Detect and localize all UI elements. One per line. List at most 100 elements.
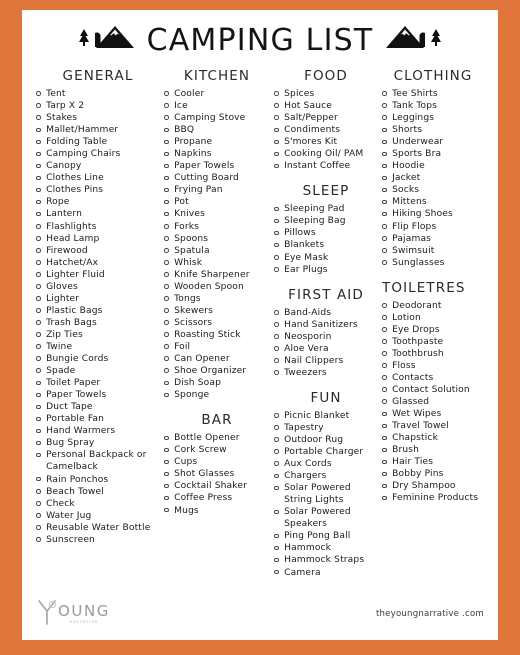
checkbox-circle-icon[interactable] <box>36 272 41 277</box>
checklist-item[interactable]: Duct Tape <box>34 401 162 413</box>
checkbox-circle-icon[interactable] <box>36 428 41 434</box>
checklist-item[interactable]: Paper Towels <box>34 389 162 401</box>
checkbox-circle-icon[interactable] <box>164 435 169 441</box>
checkbox-circle-icon[interactable] <box>36 500 41 506</box>
checkbox-circle-icon[interactable] <box>274 473 279 479</box>
checklist-item[interactable]: Cooler <box>162 88 272 100</box>
checklist-item[interactable]: Outdoor Rug <box>272 434 380 446</box>
checkbox-circle-icon[interactable] <box>274 115 279 121</box>
checkbox-circle-icon[interactable] <box>36 440 41 446</box>
checklist-item[interactable]: Stakes <box>34 112 162 124</box>
checklist-item[interactable]: Contact Solution <box>380 384 486 396</box>
checkbox-circle-icon[interactable] <box>164 175 169 181</box>
checkbox-circle-icon[interactable] <box>274 322 279 327</box>
checklist-item[interactable]: Chapstick <box>380 432 486 444</box>
checkbox-circle-icon[interactable] <box>164 507 169 513</box>
checkbox-circle-icon[interactable] <box>164 284 169 289</box>
checklist-item[interactable]: Camping Chairs <box>34 148 162 160</box>
checklist-item[interactable]: Blankets <box>272 239 380 251</box>
checkbox-circle-icon[interactable] <box>36 296 41 301</box>
checkbox-circle-icon[interactable] <box>164 163 169 169</box>
checkbox-circle-icon[interactable] <box>164 356 169 362</box>
checklist-item[interactable]: Coffee Press <box>162 492 272 504</box>
checkbox-circle-icon[interactable] <box>164 320 169 325</box>
checklist-item[interactable]: Spatula <box>162 245 272 257</box>
checkbox-circle-icon[interactable] <box>382 115 387 121</box>
checkbox-circle-icon[interactable] <box>164 344 169 349</box>
checkbox-circle-icon[interactable] <box>382 151 387 157</box>
checkbox-circle-icon[interactable] <box>36 392 41 398</box>
checklist-item[interactable]: Rope <box>34 196 162 208</box>
checklist-item[interactable]: Mittens <box>380 196 486 208</box>
checklist-item[interactable]: Wooden Spoon <box>162 281 272 293</box>
checklist-item[interactable]: Eye Drops <box>380 324 486 336</box>
checklist-item[interactable]: Underwear <box>380 136 486 148</box>
checkbox-circle-icon[interactable] <box>382 235 387 241</box>
checkbox-circle-icon[interactable] <box>382 483 387 489</box>
checkbox-circle-icon[interactable] <box>274 485 279 491</box>
checklist-item[interactable]: Cutting Board <box>162 172 272 184</box>
checklist-item[interactable]: Plastic Bags <box>34 305 162 317</box>
checklist-item[interactable]: Camera <box>272 567 380 579</box>
checklist-item[interactable]: Hot Sauce <box>272 100 380 112</box>
checkbox-circle-icon[interactable] <box>36 103 41 109</box>
checkbox-circle-icon[interactable] <box>36 332 41 337</box>
checklist-item[interactable]: Ear Plugs <box>272 264 380 276</box>
checkbox-circle-icon[interactable] <box>164 187 169 193</box>
checklist-item[interactable]: Ice <box>162 100 272 112</box>
checklist-item[interactable]: Ping Pong Ball <box>272 530 380 542</box>
checkbox-circle-icon[interactable] <box>36 127 41 133</box>
checklist-item[interactable]: Floss <box>380 360 486 372</box>
checkbox-circle-icon[interactable] <box>382 175 387 181</box>
checkbox-circle-icon[interactable] <box>274 413 279 418</box>
checkbox-circle-icon[interactable] <box>164 495 169 501</box>
checklist-item[interactable]: Flip Flops <box>380 221 486 233</box>
checkbox-circle-icon[interactable] <box>36 163 41 169</box>
checklist-item[interactable]: Zip Ties <box>34 329 162 341</box>
checklist-item[interactable]: Forks <box>162 221 272 233</box>
checkbox-circle-icon[interactable] <box>36 476 41 482</box>
checklist-item[interactable]: Rain Ponchos <box>34 474 162 486</box>
checkbox-circle-icon[interactable] <box>274 218 279 224</box>
checklist-item[interactable]: BBQ <box>162 124 272 136</box>
checklist-item[interactable]: Lotion <box>380 312 486 324</box>
checklist-item[interactable]: Socks <box>380 184 486 196</box>
checklist-item[interactable]: Mallet/Hammer <box>34 124 162 136</box>
checklist-item[interactable]: Check <box>34 498 162 510</box>
checklist-item[interactable]: Solar Powered Speakers <box>272 506 380 530</box>
checkbox-circle-icon[interactable] <box>382 471 387 477</box>
checklist-item[interactable]: Picnic Blanket <box>272 410 380 422</box>
checkbox-circle-icon[interactable] <box>36 308 41 313</box>
checkbox-circle-icon[interactable] <box>164 139 169 145</box>
checklist-item[interactable]: Bug Spray <box>34 437 162 449</box>
checkbox-circle-icon[interactable] <box>274 346 279 351</box>
checkbox-circle-icon[interactable] <box>36 404 41 410</box>
checklist-item[interactable]: Cocktail Shaker <box>162 480 272 492</box>
checklist-item[interactable]: Sunglasses <box>380 257 486 269</box>
checklist-item[interactable]: Lantern <box>34 208 162 220</box>
checklist-item[interactable]: Sponge <box>162 389 272 401</box>
checkbox-circle-icon[interactable] <box>382 327 387 332</box>
checklist-item[interactable]: Roasting Stick <box>162 329 272 341</box>
checkbox-circle-icon[interactable] <box>274 151 279 157</box>
checkbox-circle-icon[interactable] <box>382 187 387 193</box>
checkbox-circle-icon[interactable] <box>382 211 387 217</box>
checkbox-circle-icon[interactable] <box>164 260 169 265</box>
checkbox-circle-icon[interactable] <box>274 91 279 96</box>
checkbox-circle-icon[interactable] <box>274 370 279 375</box>
checklist-item[interactable]: Spade <box>34 365 162 377</box>
checkbox-circle-icon[interactable] <box>36 537 41 542</box>
checkbox-circle-icon[interactable] <box>36 452 41 458</box>
checklist-item[interactable]: Neosporin <box>272 331 380 343</box>
checkbox-circle-icon[interactable] <box>36 356 41 362</box>
checklist-item[interactable]: Hammock <box>272 542 380 554</box>
checklist-item[interactable]: Hatchet/Ax <box>34 257 162 269</box>
checkbox-circle-icon[interactable] <box>164 235 169 241</box>
checklist-item[interactable]: Paper Towels <box>162 160 272 172</box>
checklist-item[interactable]: Dish Soap <box>162 377 272 389</box>
checkbox-circle-icon[interactable] <box>164 447 169 453</box>
checkbox-circle-icon[interactable] <box>382 163 387 169</box>
checkbox-circle-icon[interactable] <box>382 387 387 393</box>
checklist-item[interactable]: Aux Cords <box>272 458 380 470</box>
checkbox-circle-icon[interactable] <box>274 310 279 315</box>
